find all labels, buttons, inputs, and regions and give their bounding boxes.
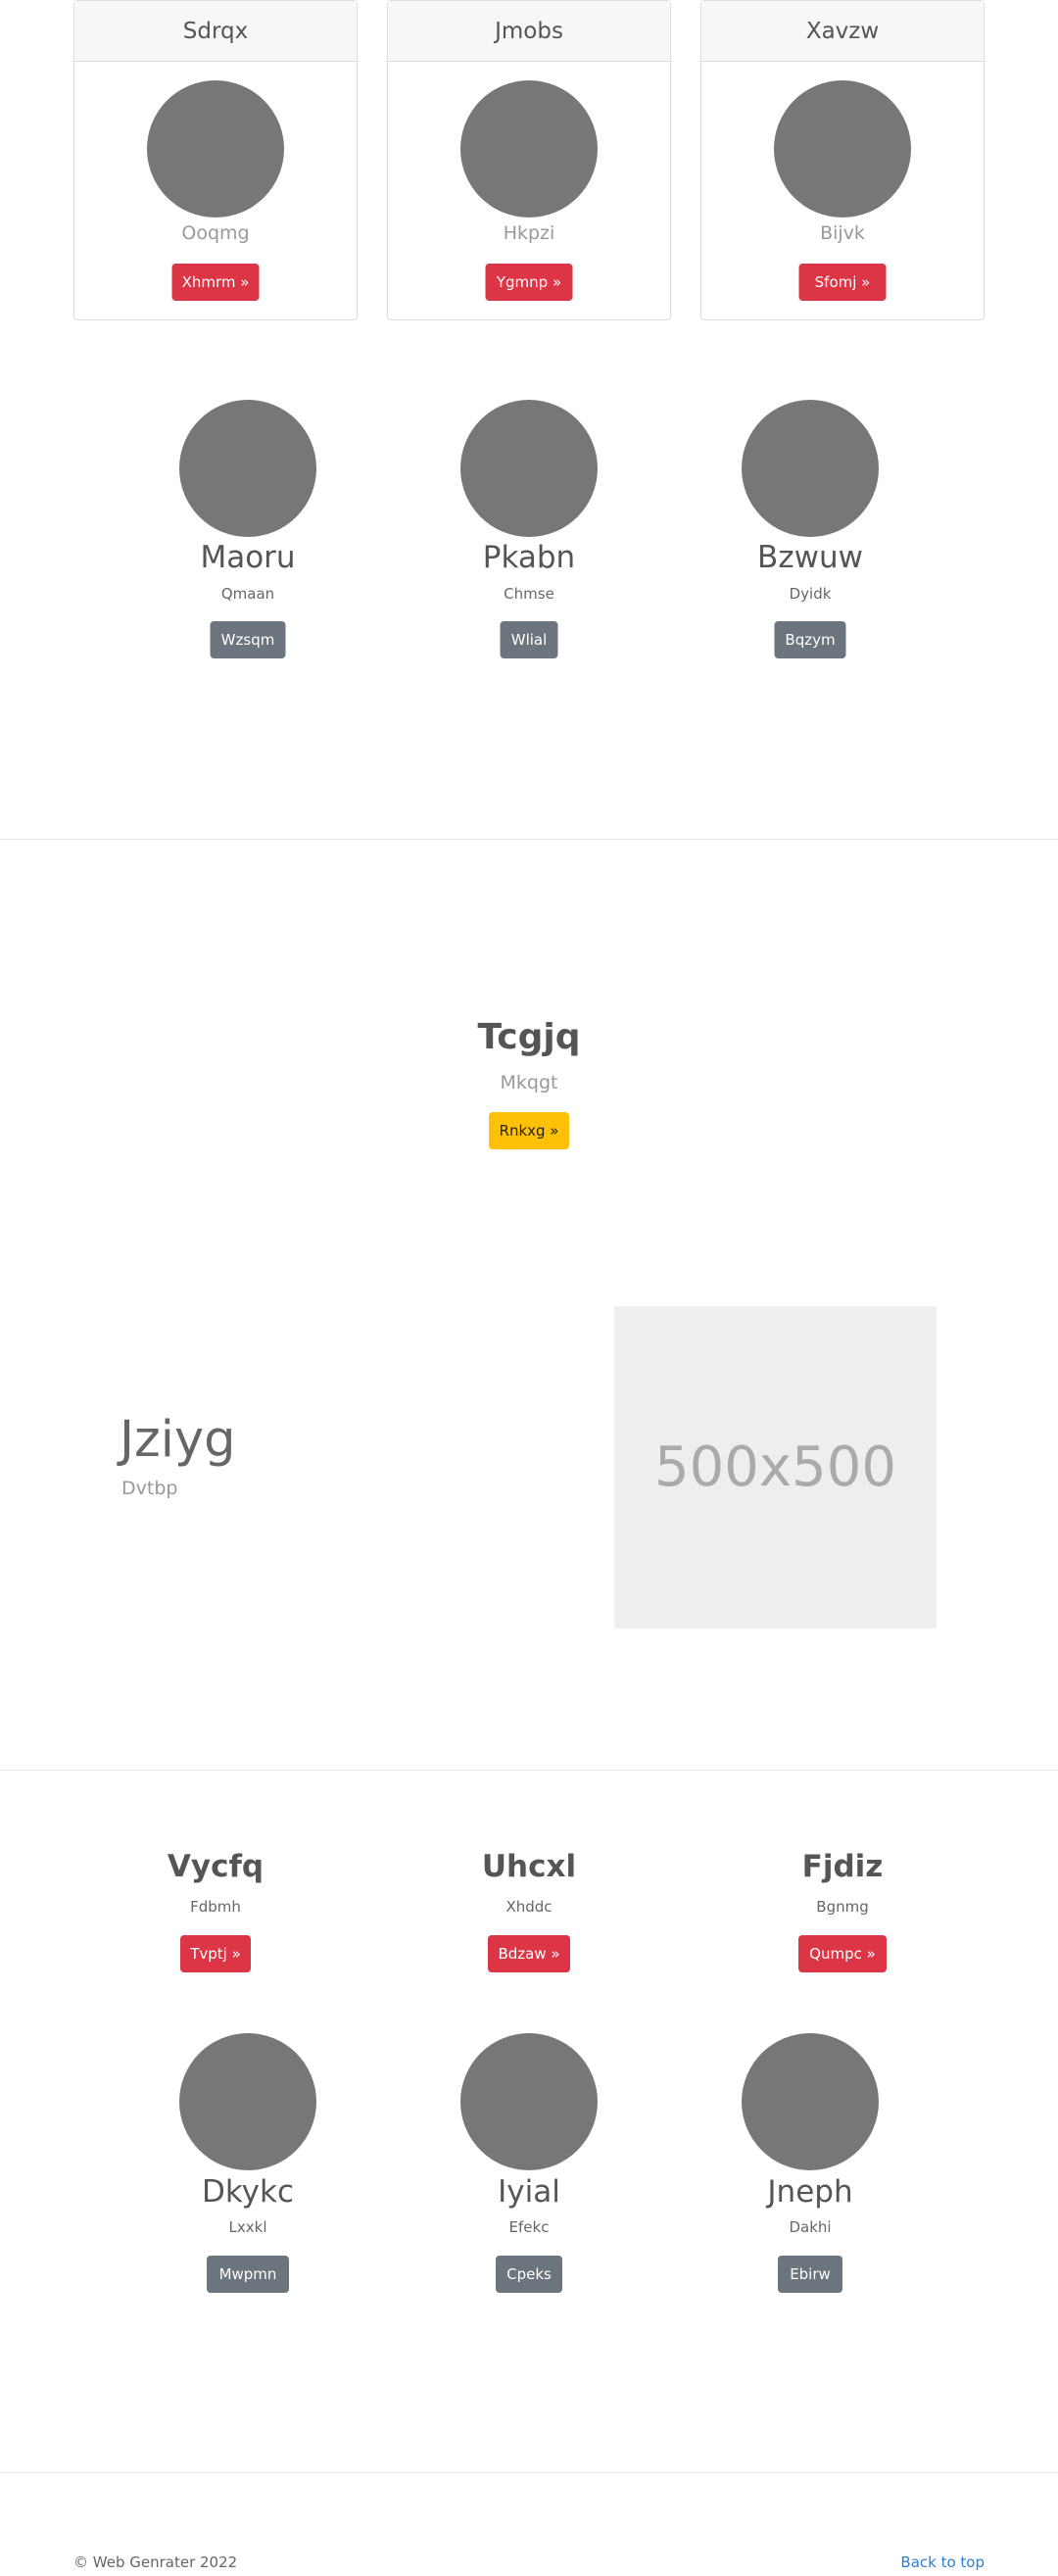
- back-to-top-link[interactable]: Back to top: [900, 2553, 985, 2571]
- member-role: Dakhi: [789, 2218, 832, 2236]
- member-role: Dyidk: [789, 585, 832, 603]
- member-role: Chmse: [504, 585, 554, 603]
- avatar: [742, 400, 879, 537]
- member-button[interactable]: Mwpmn: [207, 2256, 289, 2293]
- card-button[interactable]: Sfomj »: [798, 264, 887, 301]
- avatar: [179, 400, 316, 537]
- member-name: Pkabn: [482, 540, 576, 575]
- placeholder-image: 500x500: [614, 1306, 937, 1628]
- member-role: Qmaan: [220, 585, 275, 603]
- member-button[interactable]: Wzsqm: [210, 621, 286, 658]
- card-title: Sdrqx: [74, 1, 357, 62]
- card-subtitle: Bijvk: [820, 222, 865, 244]
- column-button[interactable]: Qumpc »: [798, 1935, 887, 1972]
- hero-title: Tcgjq: [477, 1017, 581, 1057]
- member-name: Jneph: [767, 2174, 853, 2210]
- avatar: [742, 2033, 879, 2170]
- column-button[interactable]: Tvptj »: [180, 1935, 251, 1972]
- member-role: Lxxkl: [228, 2218, 267, 2236]
- hero-button[interactable]: Rnkxg »: [489, 1112, 569, 1149]
- member-name: Bzwuw: [757, 540, 863, 575]
- column-subtitle: Bgnmg: [816, 1898, 869, 1916]
- member-name: Iyial: [498, 2174, 560, 2210]
- column-title: Vycfq: [167, 1849, 264, 1884]
- hero-subtitle: Mkqgt: [500, 1072, 558, 1094]
- member-button[interactable]: Cpeks: [496, 2256, 562, 2293]
- card-subtitle: Ooqmg: [181, 222, 250, 244]
- avatar: [147, 80, 284, 218]
- avatar: [460, 400, 598, 537]
- column-title: Uhcxl: [481, 1849, 577, 1884]
- column-button[interactable]: Bdzaw »: [488, 1935, 570, 1972]
- footer-divider: [0, 2472, 1058, 2473]
- footer-copyright: © Web Genrater 2022: [73, 2553, 238, 2571]
- card-title: Xavzw: [701, 1, 984, 62]
- member-button[interactable]: Bqzym: [774, 621, 846, 658]
- avatar: [774, 80, 911, 218]
- avatar: [460, 2033, 598, 2170]
- feature-title: Jziyg: [120, 1411, 236, 1469]
- section-divider: [0, 839, 1058, 840]
- member-button[interactable]: Wlial: [500, 621, 558, 658]
- card-button[interactable]: Ygmnp »: [485, 264, 573, 301]
- avatar: [179, 2033, 316, 2170]
- column-subtitle: Fdbmh: [190, 1898, 241, 1916]
- card-button[interactable]: Xhmrm »: [171, 264, 260, 301]
- member-name: Maoru: [200, 540, 296, 575]
- card-title: Jmobs: [388, 1, 670, 62]
- member-button[interactable]: Ebirw: [778, 2256, 842, 2293]
- member-role: Efekc: [508, 2218, 550, 2236]
- section-divider: [0, 1770, 1058, 1771]
- feature-subtitle: Dvtbp: [121, 1478, 178, 1499]
- card-subtitle: Hkpzi: [503, 222, 555, 244]
- member-name: Dkykc: [201, 2174, 295, 2210]
- avatar: [460, 80, 598, 218]
- column-subtitle: Xhddc: [505, 1898, 553, 1916]
- column-title: Fjdiz: [801, 1849, 884, 1884]
